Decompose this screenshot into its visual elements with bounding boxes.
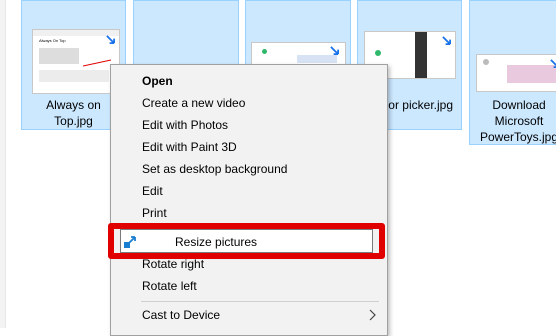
menu-item-create-new-video[interactable]: Create a new video [111, 92, 387, 114]
menu-separator [141, 301, 379, 302]
menu-item-edit[interactable]: Edit [111, 180, 387, 202]
file-tile-download-powertoys[interactable]: Download Microsoft PowerToys.jpg [469, 0, 556, 145]
menu-item-label: Cast to Device [142, 308, 221, 322]
chevron-right-icon [369, 309, 376, 321]
file-thumbnail [476, 54, 556, 92]
menu-item-edit-with-paint-3d[interactable]: Edit with Paint 3D [111, 136, 387, 158]
menu-item-print[interactable]: Print [111, 202, 387, 224]
file-name-line-1: Download [492, 98, 546, 112]
navigation-pane-edge [0, 0, 6, 328]
resize-pictures-icon [123, 235, 137, 249]
menu-item-resize-pictures[interactable]: Resize pictures [120, 229, 373, 253]
file-name-line-2: Microsoft [494, 114, 544, 128]
menu-item-set-desktop-background[interactable]: Set as desktop background [111, 158, 387, 180]
context-menu: Open Create a new video Edit with Photos… [110, 64, 388, 336]
resize-pictures-label: Resize pictures [175, 235, 258, 249]
menu-item-cast-to-device[interactable]: Cast to Device [111, 304, 387, 326]
highlight-annotation-box: Resize pictures [108, 223, 385, 259]
file-name-line-3: PowerToys.jpg [479, 130, 556, 144]
thumbnail-title: Always On Top [39, 38, 66, 43]
file-thumbnail: Always On Top [32, 29, 120, 94]
menu-item-open[interactable]: Open [111, 70, 387, 92]
menu-item-edit-with-photos[interactable]: Edit with Photos [111, 114, 387, 136]
menu-item-rotate-left[interactable]: Rotate left [111, 275, 387, 297]
